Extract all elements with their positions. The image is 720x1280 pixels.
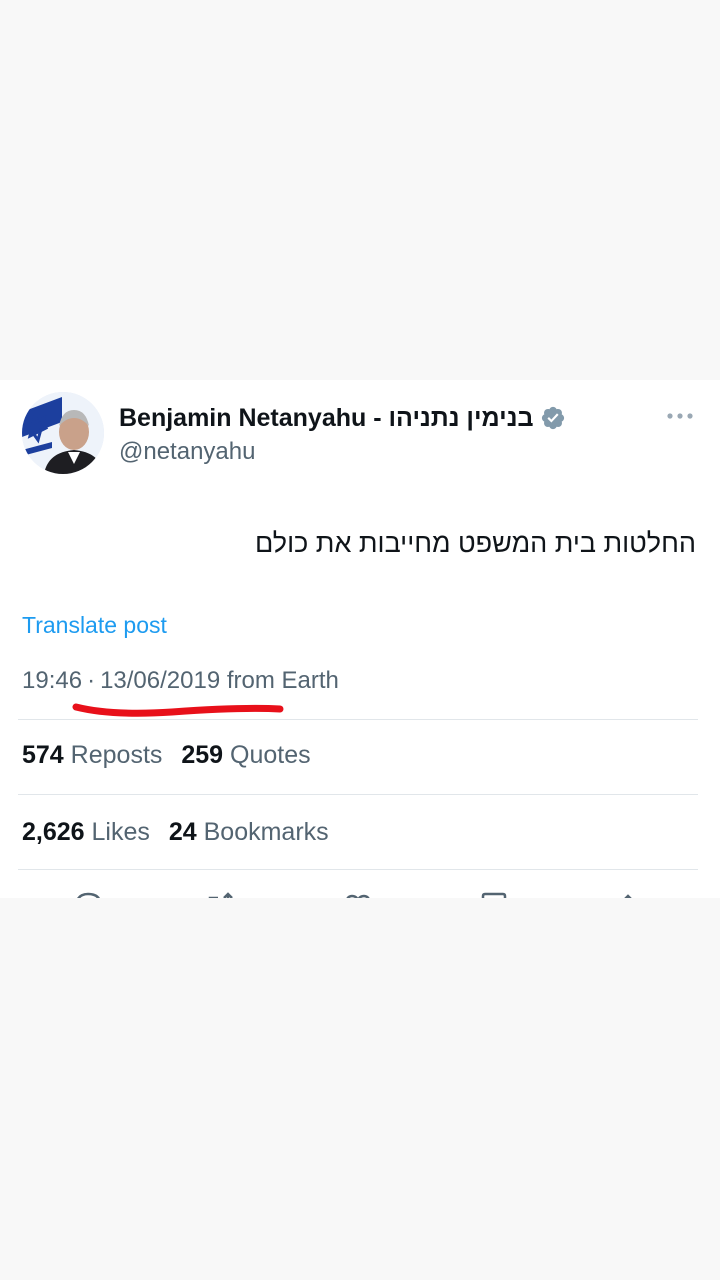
action-bar (0, 890, 720, 898)
bookmarks-label: Bookmarks (203, 818, 329, 846)
quotes-label: Quotes (230, 741, 311, 769)
author-name[interactable]: Benjamin Netanyahu - בנימין נתניהו (119, 404, 534, 433)
avatar[interactable] (22, 392, 104, 474)
red-underline-annotation (72, 703, 284, 717)
bookmarks-count: 24 (168, 818, 197, 846)
likes-label: Likes (91, 818, 150, 846)
author-name-row: Benjamin Netanyahu - בנימין נתניהו (119, 402, 566, 434)
likes-stat[interactable]: 2,626 Likes (22, 818, 150, 846)
author-handle[interactable]: @netanyahu (119, 438, 255, 466)
divider (18, 794, 698, 795)
verified-badge-icon (540, 405, 566, 431)
tweet-source: from Earth (226, 667, 339, 694)
tweet-card: Benjamin Netanyahu - בנימין נתניהו @neta… (0, 380, 720, 898)
tweet-text: החלטות בית המשפט מחייבות את כולם (255, 528, 696, 558)
share-icon[interactable] (612, 890, 644, 898)
bookmark-icon[interactable] (478, 890, 510, 898)
reposts-count: 574 (22, 741, 64, 769)
likes-count: 2,626 (22, 818, 85, 846)
reposts-label: Reposts (70, 741, 163, 769)
divider (18, 719, 698, 720)
more-options-icon[interactable] (662, 404, 698, 428)
like-icon[interactable] (342, 890, 374, 898)
reposts-stat[interactable]: 574 Reposts (22, 741, 162, 769)
bookmarks-stat[interactable]: 24 Bookmarks (169, 818, 329, 846)
tweet-time[interactable]: 19:46 (22, 667, 82, 694)
translate-post-link[interactable]: Translate post (22, 612, 167, 639)
quotes-count: 259 (181, 741, 224, 769)
meta-separator: · (87, 667, 96, 694)
repost-icon[interactable] (204, 890, 236, 898)
divider (18, 869, 698, 870)
stats-row-reposts: 574 Reposts 259 Quotes (22, 741, 323, 770)
stats-row-likes: 2,626 Likes 24 Bookmarks (22, 818, 341, 847)
tweet-date[interactable]: 13/06/2019 (100, 667, 220, 694)
quotes-stat[interactable]: 259 Quotes (181, 741, 310, 769)
tweet-metadata: 19:46 · 13/06/2019 from Earth (22, 667, 339, 695)
reply-icon[interactable] (72, 890, 104, 898)
